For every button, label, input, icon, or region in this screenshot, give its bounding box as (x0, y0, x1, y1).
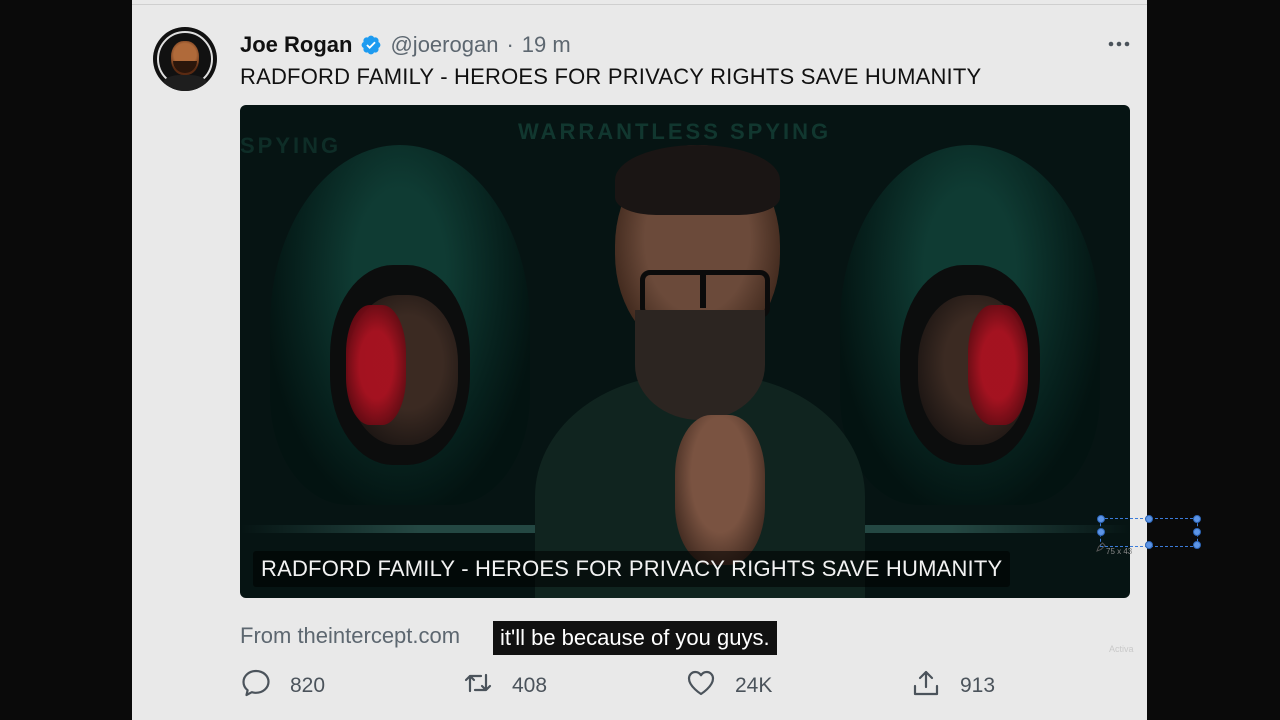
heart-icon (685, 667, 717, 705)
video-subtitle: it'll be because of you guys. (493, 621, 777, 655)
divider (132, 4, 1147, 5)
like-button[interactable]: 24K (685, 666, 772, 706)
more-dots-icon[interactable] (1106, 36, 1132, 52)
avatar[interactable] (153, 27, 217, 91)
selection-handle[interactable] (1193, 528, 1201, 536)
tweet-media[interactable]: WARRANTLESS SPYING SPYING RADFORD FAMILY… (240, 105, 1130, 598)
selection-handle[interactable] (1145, 541, 1153, 549)
hooded-figure-right (830, 145, 1110, 565)
selection-size-label: 75 x 43 (1106, 547, 1133, 556)
reply-button[interactable]: 820 (240, 666, 325, 706)
selection-handle[interactable] (1097, 515, 1105, 523)
retweet-count: 408 (512, 674, 548, 697)
reply-icon (240, 667, 272, 705)
timestamp[interactable]: 19 m (522, 32, 571, 58)
share-button[interactable]: 913 (910, 666, 995, 706)
retweet-button[interactable]: 408 (462, 666, 547, 706)
media-background-text: WARRANTLESS SPYING (518, 119, 832, 144)
like-count: 24K (735, 674, 773, 697)
selection-handle[interactable] (1193, 515, 1201, 523)
watermark-text: Activa (1109, 644, 1134, 654)
pencil-icon (1096, 539, 1106, 552)
retweet-icon (462, 667, 494, 705)
separator: · (506, 32, 514, 57)
media-caption: RADFORD FAMILY - HEROES FOR PRIVACY RIGH… (253, 551, 1011, 587)
tweet-header: Joe Rogan @joerogan · 19 m (240, 30, 571, 60)
selection-handle[interactable] (1145, 515, 1153, 523)
verified-badge-icon (360, 34, 382, 56)
selection-handle[interactable] (1097, 528, 1105, 536)
reply-count: 820 (290, 674, 326, 697)
author-handle[interactable]: @joerogan (390, 32, 498, 58)
avatar-shirt (163, 75, 207, 91)
hooded-figure-left (260, 145, 540, 565)
center-man (535, 145, 865, 598)
source-link[interactable]: From theintercept.com (240, 623, 460, 649)
tweet-text: RADFORD FAMILY - HEROES FOR PRIVACY RIGH… (240, 64, 982, 89)
author-name[interactable]: Joe Rogan (240, 32, 352, 58)
share-count: 913 (960, 674, 996, 697)
selection-handle[interactable] (1193, 541, 1201, 549)
share-icon (910, 667, 942, 705)
tweet-actions: 820 408 24K 913 (240, 666, 1040, 706)
